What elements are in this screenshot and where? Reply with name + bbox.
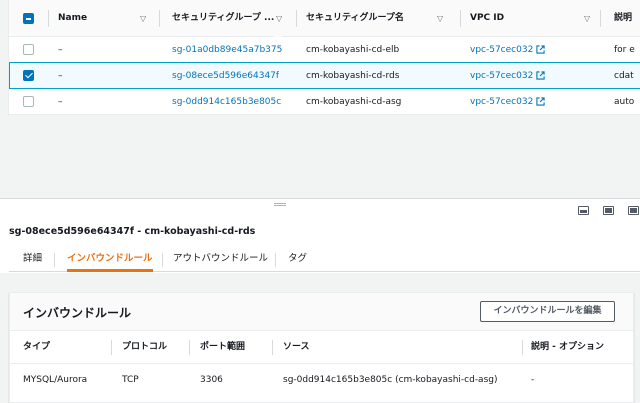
column-header-group-id[interactable]: セキュリティグループ ... ▽: [172, 0, 292, 37]
panel-size-large-icon[interactable]: [628, 206, 639, 215]
cell-name: –: [58, 71, 63, 81]
security-groups-panel: Name ▽ セキュリティグループ ... ▽ セキュリティグループ名 ▽ VP…: [0, 0, 640, 115]
tab-tags[interactable]: タグ: [288, 248, 307, 272]
cell-description: for e: [614, 45, 635, 55]
column-header-description[interactable]: 説明: [614, 0, 640, 37]
external-link-icon: [536, 45, 545, 54]
panel-size-small-icon[interactable]: [578, 206, 589, 215]
external-link-icon: [536, 97, 545, 106]
tab-details[interactable]: 詳細: [23, 248, 42, 272]
row-checkbox[interactable]: [23, 96, 34, 107]
card-title: インバウンドルール: [23, 306, 132, 320]
vpc-id-link[interactable]: vpc-57cec032: [470, 45, 533, 55]
column-header-description: 説明 - オプション: [531, 342, 605, 352]
details-panel: sg-08ece5d596e64347f - cm-kobayashi-cd-r…: [0, 218, 640, 403]
cell-source: sg-0dd914c165b3e805c (cm-kobayashi-cd-as…: [283, 375, 498, 385]
cell-type: MYSQL/Aurora: [23, 375, 88, 385]
tab-outbound-rules[interactable]: アウトバウンドルール: [173, 248, 268, 272]
column-header-protocol: プロトコル: [122, 342, 168, 352]
detail-title: sg-08ece5d596e64347f - cm-kobayashi-cd-r…: [9, 226, 256, 237]
row-checkbox[interactable]: [23, 44, 34, 55]
card-header: インバウンドルール インバウンドルールを編集: [10, 293, 633, 331]
sort-icon[interactable]: ▽: [140, 0, 146, 37]
table-row[interactable]: – sg-0dd914c165b3e805c cm-kobayashi-cd-a…: [9, 89, 640, 115]
tab-separator: [54, 253, 55, 267]
table-row: MYSQL/Aurora TCP 3306 sg-0dd914c165b3e80…: [10, 363, 633, 395]
column-separator[interactable]: [296, 10, 297, 27]
table-header: Name ▽ セキュリティグループ ... ▽ セキュリティグループ名 ▽ VP…: [9, 0, 640, 37]
inbound-rules-card: インバウンドルール インバウンドルールを編集 タイプ プロトコル ポート範囲 ソ…: [9, 292, 634, 403]
cell-protocol: TCP: [122, 375, 139, 385]
resize-handle-icon[interactable]: [274, 203, 286, 206]
external-link-icon: [536, 71, 545, 80]
table-row-selected[interactable]: – sg-08ece5d596e64347f cm-kobayashi-cd-r…: [9, 62, 640, 89]
select-all-checkbox[interactable]: [23, 13, 34, 24]
row-checkbox[interactable]: [23, 70, 34, 81]
vpc-id-link[interactable]: vpc-57cec032: [470, 71, 533, 81]
vpc-id-link[interactable]: vpc-57cec032: [470, 97, 533, 107]
table-row[interactable]: – sg-01a0db89e45a7b375 cm-kobayashi-cd-e…: [9, 37, 640, 63]
tab-separator: [275, 253, 276, 267]
column-header-name[interactable]: Name ▽: [58, 0, 158, 37]
vpc-id-cell[interactable]: vpc-57cec032: [470, 63, 545, 89]
column-header-vpc-id[interactable]: VPC ID ▽: [470, 0, 595, 37]
security-group-id-link[interactable]: sg-01a0db89e45a7b375: [172, 37, 282, 63]
vpc-id-cell[interactable]: vpc-57cec032: [470, 89, 545, 115]
security-groups-table: Name ▽ セキュリティグループ ... ▽ セキュリティグループ名 ▽ VP…: [8, 0, 640, 115]
tab-separator: [162, 253, 163, 267]
cell-group-name: cm-kobayashi-cd-asg: [306, 97, 402, 107]
security-group-id-link[interactable]: sg-0dd914c165b3e805c: [172, 89, 281, 115]
column-header-label: 説明: [614, 13, 633, 23]
vpc-id-cell[interactable]: vpc-57cec032: [470, 37, 545, 63]
column-separator: [189, 340, 190, 355]
panel-splitter[interactable]: [0, 198, 640, 218]
column-header-label: セキュリティグループ ...: [172, 13, 275, 23]
cell-description: -: [531, 375, 535, 385]
cell-description: cdat: [614, 71, 634, 81]
column-separator[interactable]: [159, 10, 160, 27]
cell-port-range: 3306: [200, 375, 223, 385]
cell-name: –: [58, 97, 63, 107]
column-header-label: Name: [58, 13, 88, 23]
cell-description: auto: [614, 97, 635, 107]
cell-group-name: cm-kobayashi-cd-rds: [306, 71, 400, 81]
cell-group-name: cm-kobayashi-cd-elb: [306, 45, 400, 55]
sort-icon[interactable]: ▽: [274, 0, 283, 37]
column-header-label: セキュリティグループ名: [306, 13, 404, 23]
sort-icon[interactable]: ▽: [437, 0, 443, 37]
column-separator: [48, 10, 49, 27]
column-header-label: VPC ID: [470, 13, 505, 23]
column-header-source: ソース: [283, 342, 310, 352]
column-separator[interactable]: [600, 10, 601, 27]
edit-inbound-rules-button[interactable]: インバウンドルールを編集: [480, 301, 615, 322]
tab-inbound-rules[interactable]: インバウンドルール: [67, 248, 153, 272]
column-separator: [522, 340, 523, 355]
security-group-id-link[interactable]: sg-08ece5d596e64347f: [172, 63, 279, 89]
column-header-group-name[interactable]: セキュリティグループ名 ▽: [306, 0, 456, 37]
column-separator[interactable]: [460, 10, 461, 27]
detail-tabs: 詳細 インバウンドルール アウトバウンドルール タグ: [9, 248, 640, 272]
column-separator: [272, 340, 273, 355]
sort-icon[interactable]: ▽: [584, 0, 590, 37]
cell-name: –: [58, 45, 63, 55]
column-header-port-range: ポート範囲: [200, 342, 246, 352]
panel-size-medium-icon[interactable]: [603, 206, 614, 215]
column-header-type: タイプ: [23, 342, 51, 352]
column-separator: [111, 340, 112, 355]
